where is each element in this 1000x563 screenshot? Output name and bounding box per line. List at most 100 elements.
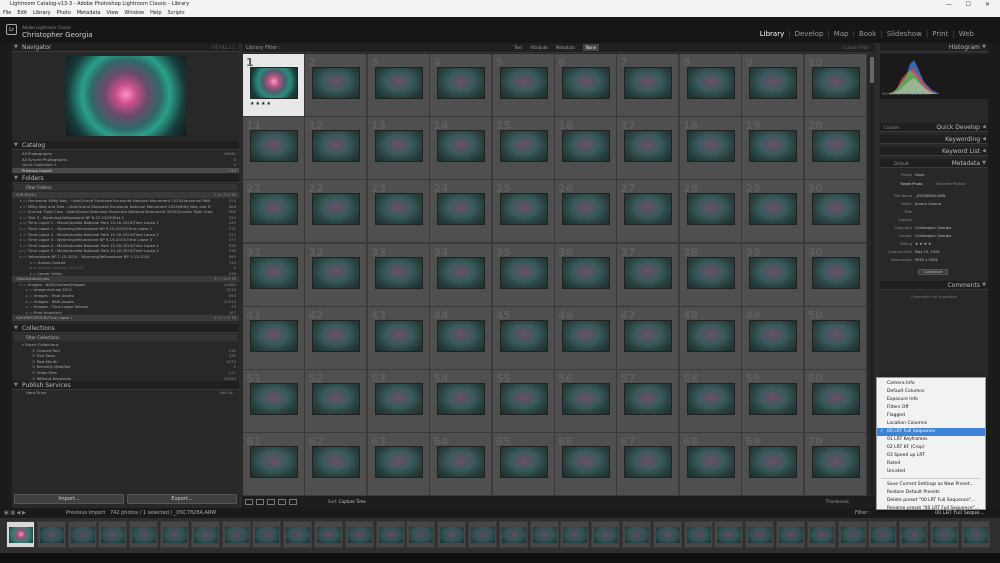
grid-cell[interactable]: 48 <box>679 306 742 370</box>
grid-cell[interactable]: 59 <box>742 370 805 433</box>
selected-photos-tab[interactable]: Selected Photos <box>936 181 965 187</box>
grid-cell[interactable]: 58 <box>679 370 742 433</box>
menu-metadata[interactable]: Metadata <box>77 10 101 16</box>
preset-action[interactable]: Save Current Settings as New Preset... <box>877 481 985 489</box>
photo-thumbnail[interactable] <box>499 383 548 415</box>
grid-cell[interactable]: 55 <box>492 370 555 433</box>
photo-thumbnail[interactable] <box>312 130 361 163</box>
metadata-value[interactable]: Aurora Corona <box>915 201 941 207</box>
filmstrip-thumb[interactable] <box>344 521 374 548</box>
grid-cell[interactable]: 54 <box>430 370 493 433</box>
photo-thumbnail[interactable] <box>499 67 548 99</box>
preset-option[interactable]: Camera Info <box>877 380 985 388</box>
grid-cell[interactable]: 63 <box>367 433 430 497</box>
grid-cell[interactable]: 1 ★★★★ <box>243 54 305 117</box>
module-develop[interactable]: Develop <box>795 30 824 38</box>
filmstrip-photo[interactable] <box>501 527 526 543</box>
photo-thumbnail[interactable] <box>562 319 610 352</box>
photo-thumbnail[interactable] <box>250 256 298 289</box>
preset-action[interactable]: Rename preset "00 LRT Full Sequence"... <box>877 505 985 513</box>
filter-folders-input[interactable]: Filter Folders <box>14 184 237 192</box>
filmstrip-thumb[interactable] <box>868 521 898 548</box>
grid-cell[interactable]: 5 <box>492 54 555 117</box>
module-web[interactable]: Web <box>959 30 974 38</box>
preset-option[interactable]: Unrated <box>877 468 985 476</box>
metadata-value[interactable]: ★ ★ ★ ★ <box>915 241 931 247</box>
metadata-row[interactable]: Folder Aurora Corona <box>880 201 988 207</box>
comments-header[interactable]: Comments ▼ <box>880 281 988 290</box>
menu-library[interactable]: Library <box>33 10 50 16</box>
metadata-value[interactable]: Christopher Georgia <box>915 225 951 231</box>
grid-cell[interactable]: 67 <box>617 433 680 497</box>
photo-thumbnail[interactable] <box>437 383 486 415</box>
photo-thumbnail[interactable] <box>312 446 361 479</box>
grid-cell[interactable]: 50 <box>804 306 867 370</box>
grid-cell[interactable]: 39 <box>742 243 805 307</box>
photo-thumbnail[interactable] <box>374 256 423 289</box>
photo-thumbnail[interactable] <box>811 256 860 289</box>
survey-view-icon[interactable] <box>278 499 286 505</box>
filmstrip-thumb[interactable] <box>129 521 159 548</box>
filmstrip-thumb[interactable] <box>6 521 35 548</box>
navigator-preview[interactable] <box>66 56 186 136</box>
filmstrip-photo[interactable] <box>132 527 157 543</box>
filmstrip-photo[interactable] <box>255 527 280 543</box>
grid-cell[interactable]: 14 <box>430 117 493 181</box>
filmstrip-photo[interactable] <box>655 527 680 543</box>
grid-cell[interactable]: 46 <box>555 306 617 370</box>
photo-thumbnail[interactable] <box>811 319 860 352</box>
filmstrip-thumb[interactable] <box>683 521 713 548</box>
photo-thumbnail[interactable] <box>374 319 423 352</box>
photo-thumbnail[interactable] <box>374 193 423 226</box>
filmstrip-thumb[interactable] <box>252 521 282 548</box>
grid-cell[interactable]: 37 <box>617 243 680 307</box>
filmstrip-source[interactable]: Previous Import <box>66 508 105 518</box>
photo-thumbnail[interactable] <box>437 67 486 99</box>
filmstrip-photo[interactable] <box>594 527 619 543</box>
photo-thumbnail[interactable] <box>437 256 486 289</box>
photo-thumbnail[interactable] <box>749 319 798 352</box>
grid-cell[interactable]: 68 <box>679 433 742 497</box>
publish-hard-drive[interactable]: Hard Drive Set Up... <box>12 390 239 396</box>
photo-thumbnail[interactable] <box>250 67 298 99</box>
metadata-row[interactable]: Rating ★ ★ ★ ★ <box>880 241 988 247</box>
preset-action[interactable]: Delete preset "00 LRT Full Sequence"... <box>877 497 985 505</box>
grid-cell[interactable]: 13 <box>367 117 430 181</box>
photo-thumbnail[interactable] <box>250 383 298 415</box>
volume-workstation[interactable]: \\WORKSTATION\Time Lapse I 1.3 / 1.6 TB <box>12 315 239 322</box>
metadata-value[interactable]: _DSC8639A.ARW <box>915 193 945 199</box>
preset-option[interactable]: Flagged <box>877 412 985 420</box>
photo-thumbnail[interactable] <box>499 256 548 289</box>
filmstrip-thumb[interactable] <box>745 521 775 548</box>
photo-thumbnail[interactable] <box>811 130 860 163</box>
preset-option[interactable]: Exposure Info <box>877 396 985 404</box>
filmstrip-photo[interactable] <box>563 527 588 543</box>
filmstrip-thumb[interactable] <box>652 521 682 548</box>
menu-file[interactable]: File <box>3 10 11 16</box>
grid-cell[interactable]: 19 <box>742 117 805 181</box>
filmstrip-photo[interactable] <box>101 527 126 543</box>
photo-thumbnail[interactable] <box>749 446 798 479</box>
filmstrip-photo[interactable] <box>39 527 64 543</box>
grid-cell[interactable]: 9 <box>742 54 805 117</box>
photo-thumbnail[interactable] <box>312 193 361 226</box>
photo-thumbnail[interactable] <box>749 130 798 163</box>
grid-cell[interactable]: 56 <box>555 370 617 433</box>
grid-cell[interactable]: 57 <box>617 370 680 433</box>
photo-thumbnail[interactable] <box>250 130 298 163</box>
photo-thumbnail[interactable] <box>312 67 361 99</box>
photo-thumbnail[interactable] <box>499 319 548 352</box>
filmstrip-photo[interactable] <box>471 527 495 543</box>
grid-cell[interactable]: 44 <box>430 306 493 370</box>
filmstrip-thumb[interactable] <box>529 521 559 548</box>
filter-tab-metadata[interactable]: Metadata <box>556 45 575 50</box>
filter-tab-text[interactable]: Text <box>514 45 522 50</box>
preset-option[interactable]: 02 LRT KF (Crop) <box>877 444 985 452</box>
filmstrip-thumb[interactable] <box>36 521 66 548</box>
photo-thumbnail[interactable] <box>312 256 361 289</box>
filmstrip-photo[interactable] <box>933 527 957 543</box>
metadata-row[interactable]: Title <box>880 209 988 215</box>
grid-cell[interactable]: 43 <box>367 306 430 370</box>
module-book[interactable]: Book <box>859 30 876 38</box>
preset-option[interactable]: Location Columns <box>877 420 985 428</box>
